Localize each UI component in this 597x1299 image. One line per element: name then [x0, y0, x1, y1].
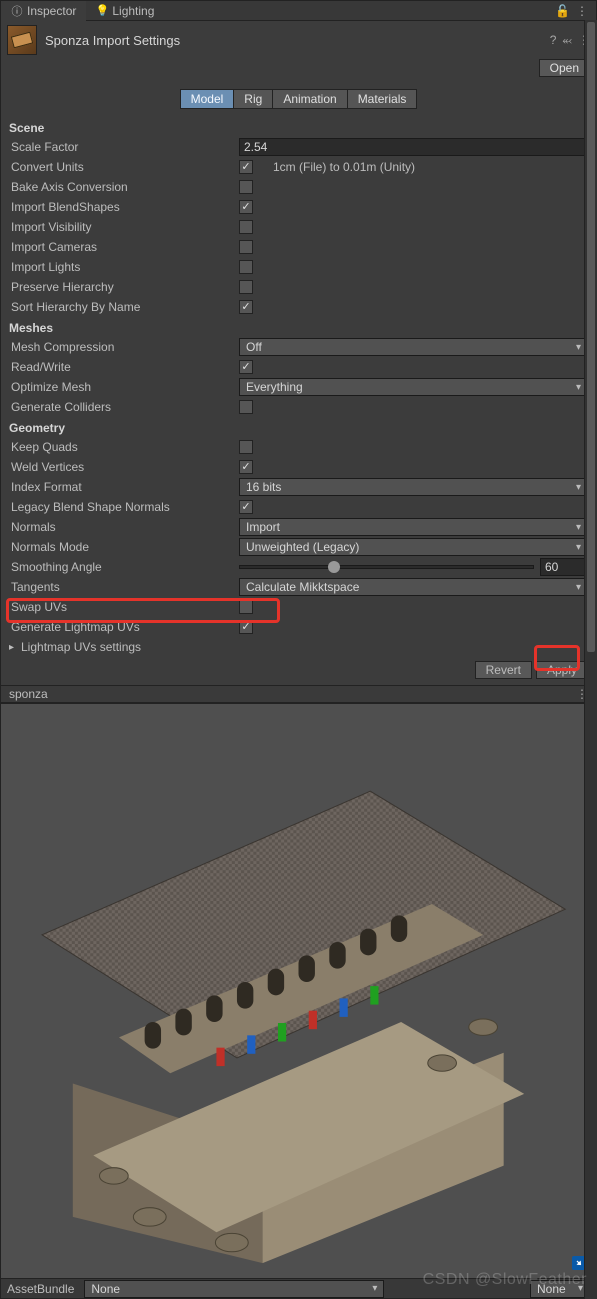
convert-units-checkbox[interactable] [239, 160, 253, 174]
import-visibility-checkbox[interactable] [239, 220, 253, 234]
tab-label: Lighting [112, 4, 154, 18]
section-meshes: Meshes [9, 317, 588, 337]
sort-hierarchy-checkbox[interactable] [239, 300, 253, 314]
preview-render [1, 704, 596, 1278]
optimize-mesh-dropdown[interactable]: Everything▾ [239, 378, 588, 396]
tab-label: Inspector [27, 4, 76, 18]
convert-units-info: 1cm (File) to 0.01m (Unity) [273, 160, 415, 174]
legacy-blend-normals-checkbox[interactable] [239, 500, 253, 514]
import-cameras-checkbox[interactable] [239, 240, 253, 254]
label-bake-axis: Bake Axis Conversion [9, 180, 239, 194]
chevron-right-icon: ▸ [9, 642, 21, 653]
label-legacy-blend-normals: Legacy Blend Shape Normals [9, 500, 239, 514]
more-icon[interactable]: ⋮ [576, 4, 588, 18]
properties-panel: Scene Scale Factor Convert Units 1cm (Fi… [1, 117, 596, 655]
label-import-blendshapes: Import BlendShapes [9, 200, 239, 214]
foldout-label: Lightmap UVs settings [21, 640, 141, 654]
watermark: CSDN @SlowFeather [423, 1271, 587, 1289]
label-import-lights: Import Lights [9, 260, 239, 274]
label-scale-factor: Scale Factor [9, 140, 239, 154]
label-tangents: Tangents [9, 580, 239, 594]
weld-vertices-checkbox[interactable] [239, 460, 253, 474]
chevron-down-icon: ▾ [576, 582, 581, 593]
index-format-dropdown[interactable]: 16 bits▾ [239, 478, 588, 496]
label-generate-lightmap-uvs: Generate Lightmap UVs [9, 620, 239, 634]
import-tabs: Model Rig Animation Materials [1, 83, 596, 117]
tab-lighting[interactable]: 💡 Lighting [86, 1, 164, 21]
label-import-cameras: Import Cameras [9, 240, 239, 254]
asset-bundle-dropdown[interactable]: None▾ [84, 1280, 384, 1298]
scale-factor-input[interactable] [239, 138, 588, 156]
chevron-down-icon: ▾ [576, 482, 581, 493]
import-lights-checkbox[interactable] [239, 260, 253, 274]
label-read-write: Read/Write [9, 360, 239, 374]
window-tab-bar: ⓘ Inspector 💡 Lighting 🔓 ⋮ [1, 1, 596, 21]
open-button[interactable]: Open [539, 59, 590, 77]
help-icon[interactable]: ? [550, 33, 557, 48]
read-write-checkbox[interactable] [239, 360, 253, 374]
smoothing-angle-input[interactable] [540, 558, 588, 576]
label-keep-quads: Keep Quads [9, 440, 239, 454]
bake-axis-checkbox[interactable] [239, 180, 253, 194]
asset-icon [7, 25, 37, 55]
light-icon: 💡 [96, 5, 108, 17]
generate-lightmap-uvs-checkbox[interactable] [239, 620, 253, 634]
label-index-format: Index Format [9, 480, 239, 494]
normals-mode-dropdown[interactable]: Unweighted (Legacy)▾ [239, 538, 588, 556]
label-smoothing-angle: Smoothing Angle [9, 560, 239, 574]
tab-rig[interactable]: Rig [234, 89, 273, 109]
section-geometry: Geometry [9, 417, 588, 437]
page-title: Sponza Import Settings [45, 33, 550, 48]
label-mesh-compression: Mesh Compression [9, 340, 239, 354]
preset-icon[interactable]: ⬻ [562, 33, 572, 48]
preview-title: sponza [9, 687, 48, 701]
label-generate-colliders: Generate Colliders [9, 400, 239, 414]
tab-model[interactable]: Model [180, 89, 235, 109]
chevron-down-icon: ▾ [372, 1283, 377, 1294]
label-optimize-mesh: Optimize Mesh [9, 380, 239, 394]
smoothing-angle-slider[interactable] [239, 565, 534, 569]
asset-bundle-label: AssetBundle [7, 1282, 74, 1296]
model-preview[interactable] [1, 703, 596, 1278]
label-sort-hierarchy: Sort Hierarchy By Name [9, 300, 239, 314]
asset-header: Sponza Import Settings ? ⬻ ⋮ [1, 21, 596, 59]
keep-quads-checkbox[interactable] [239, 440, 253, 454]
preserve-hierarchy-checkbox[interactable] [239, 280, 253, 294]
tab-animation[interactable]: Animation [273, 89, 347, 109]
chevron-down-icon: ▾ [576, 542, 581, 553]
apply-button[interactable]: Apply [536, 661, 588, 679]
label-normals-mode: Normals Mode [9, 540, 239, 554]
import-blendshapes-checkbox[interactable] [239, 200, 253, 214]
section-scene: Scene [9, 117, 588, 137]
label-convert-units: Convert Units [9, 160, 239, 174]
mesh-compression-dropdown[interactable]: Off▾ [239, 338, 588, 356]
chevron-down-icon: ▾ [576, 342, 581, 353]
label-import-visibility: Import Visibility [9, 220, 239, 234]
revert-button[interactable]: Revert [475, 661, 532, 679]
preview-header: sponza ⋮ [1, 685, 596, 703]
chevron-down-icon: ▾ [576, 382, 581, 393]
tangents-dropdown[interactable]: Calculate Mikktspace▾ [239, 578, 588, 596]
tab-inspector[interactable]: ⓘ Inspector [1, 1, 86, 21]
swap-uvs-checkbox[interactable] [239, 600, 253, 614]
label-normals: Normals [9, 520, 239, 534]
footer-buttons: Revert Apply [1, 655, 596, 685]
chevron-down-icon: ▾ [576, 522, 581, 533]
generate-colliders-checkbox[interactable] [239, 400, 253, 414]
normals-dropdown[interactable]: Import▾ [239, 518, 588, 536]
tab-materials[interactable]: Materials [348, 89, 418, 109]
label-preserve-hierarchy: Preserve Hierarchy [9, 280, 239, 294]
label-swap-uvs: Swap UVs [9, 600, 239, 614]
vertical-scrollbar[interactable] [584, 20, 597, 1299]
label-weld-vertices: Weld Vertices [9, 460, 239, 474]
lock-icon[interactable]: 🔓 [555, 4, 570, 18]
lightmap-uvs-settings-foldout[interactable]: ▸ Lightmap UVs settings [9, 637, 588, 655]
info-icon: ⓘ [11, 5, 23, 17]
